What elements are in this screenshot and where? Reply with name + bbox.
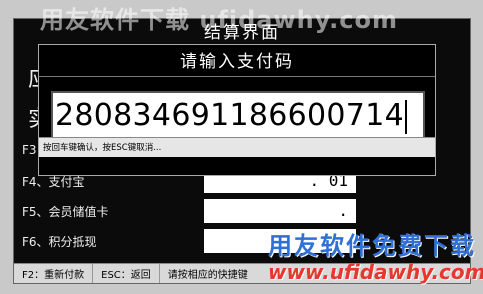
watermark-logo-url: www.ufidawhy.com: [268, 260, 483, 284]
pay-row-f3-label: F3: [22, 143, 37, 157]
watermark-logo: 用友软件免费下载 www.ufidawhy.com: [268, 232, 483, 290]
return-shortcut-hint: ESC：返回: [93, 264, 160, 283]
payment-code-dialog: 请输入支付码 280834691186600714 按回车键确认，按ESC键取消…: [38, 44, 436, 176]
pay-row-points-label: F6、积分抵现: [22, 235, 97, 249]
dialog-hint: 按回车键确认，按ESC键取消...: [39, 137, 435, 157]
dialog-body: 280834691186600714 按回车键确认，按ESC键取消...: [39, 77, 435, 157]
watermark-top-text: 用友软件下载 ufidawhy.com: [40, 6, 399, 34]
watermark-logo-cn: 用友软件免费下载: [268, 232, 476, 260]
payment-code-value: 280834691186600714: [55, 98, 404, 133]
dialog-title: 请输入支付码: [39, 45, 435, 77]
pay-row-member-card-label: F5、会员储值卡: [22, 205, 109, 219]
payment-code-input[interactable]: 280834691186600714: [51, 91, 425, 141]
repay-shortcut-hint: F2：重新付款: [14, 264, 94, 283]
shortcut-instruction: 请按相应的快捷键: [167, 270, 248, 281]
member-card-amount-field[interactable]: .: [204, 199, 356, 223]
screenshot-frame: 结算界面 应 实 F3 F4、支付宝 . 01 F5、会员储值卡 . F6、积分…: [0, 0, 483, 294]
text-caret: [404, 99, 407, 134]
